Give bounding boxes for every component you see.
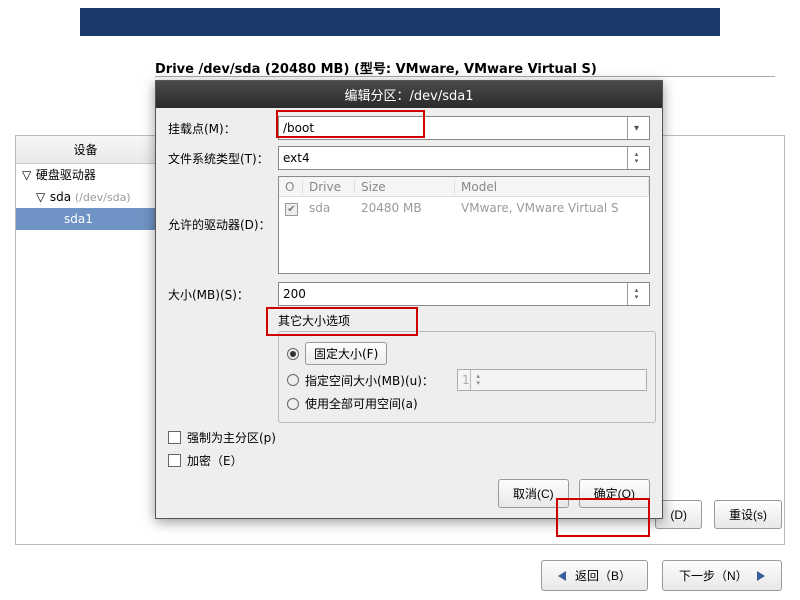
fstype-select[interactable]: ext4 ▴▾: [278, 146, 650, 170]
force-primary-checkbox[interactable]: [168, 431, 181, 444]
radio-fillto-label: 指定空间大小(MB)(u)：: [305, 372, 434, 389]
fstype-row: 文件系统类型(T)： ext4 ▴▾: [168, 146, 650, 170]
next-button[interactable]: 下一步（N）: [662, 560, 782, 591]
radio-fixed[interactable]: [287, 348, 299, 360]
radio-fixed-label: 固定大小(F): [305, 342, 387, 365]
col-drive: Drive: [303, 180, 355, 194]
mount-point-label: 挂载点(M)：: [168, 120, 278, 137]
ok-button[interactable]: 确定(O): [579, 479, 650, 508]
radio-fillall-label: 使用全部可用空间(a): [305, 395, 418, 412]
back-button[interactable]: 返回（B）: [541, 560, 648, 591]
radio-fixed-row[interactable]: 固定大小(F): [287, 342, 647, 365]
col-model: Model: [455, 180, 649, 194]
radio-fillto[interactable]: [287, 374, 299, 386]
col-size: Size: [355, 180, 455, 194]
triangle-down-icon: ▽: [22, 164, 32, 186]
radio-fillall-row[interactable]: 使用全部可用空间(a): [287, 395, 647, 412]
force-primary-label: 强制为主分区(p): [187, 429, 276, 446]
encrypt-row[interactable]: 加密（E）: [168, 452, 650, 469]
partition-action-buttons: (D) 重设(s): [655, 500, 782, 529]
fillto-value: 1: [462, 373, 470, 387]
updown-icon[interactable]: ▴▾: [627, 283, 645, 305]
fillto-spinner: 1 ▴▾: [457, 369, 647, 391]
tree-label: 硬盘驱动器: [36, 168, 96, 182]
force-primary-row[interactable]: 强制为主分区(p): [168, 429, 650, 446]
allowed-drives-row: 允许的驱动器(D)： O Drive Size Model ✔ sda 2048…: [168, 176, 650, 274]
updown-icon[interactable]: ▴▾: [627, 147, 645, 169]
triangle-down-icon: ▽: [36, 186, 46, 208]
edit-partition-dialog: 编辑分区：/dev/sda1 挂载点(M)： /boot ▾ 文件系统类型(T)…: [155, 80, 663, 519]
size-value: 200: [283, 287, 627, 301]
cell-drive: sda: [303, 201, 355, 215]
back-label: 返回（B）: [575, 569, 631, 583]
tree-sublabel: (/dev/sda): [75, 191, 131, 204]
drive-checkbox: ✔: [285, 203, 298, 216]
dialog-buttons: 取消(C) 确定(O): [168, 479, 650, 508]
drive-summary-label: Drive /dev/sda (20480 MB) (型号: VMware, V…: [155, 58, 597, 77]
mount-point-value: /boot: [283, 121, 627, 135]
fstype-label: 文件系统类型(T)：: [168, 150, 278, 167]
wizard-nav-buttons: 返回（B） 下一步（N）: [541, 560, 782, 591]
table-row: ✔ sda 20480 MB VMware, VMware Virtual S: [279, 197, 649, 219]
radio-fillall[interactable]: [287, 398, 299, 410]
drives-table-header: O Drive Size Model: [279, 177, 649, 197]
other-size-label: 其它大小选项: [278, 312, 650, 329]
mount-point-combobox[interactable]: /boot ▾: [278, 116, 650, 140]
header-banner: [80, 8, 720, 36]
dialog-title: 编辑分区：/dev/sda1: [156, 81, 662, 108]
device-column-header[interactable]: 设备: [16, 136, 156, 164]
tree-label: sda: [50, 190, 71, 204]
tree-label: sda1: [64, 212, 93, 226]
encrypt-checkbox[interactable]: [168, 454, 181, 467]
size-label: 大小(MB)(S)：: [168, 286, 278, 303]
tree-row-partition[interactable]: sda1: [16, 208, 156, 230]
cancel-button[interactable]: 取消(C): [498, 479, 569, 508]
encrypt-label: 加密（E）: [187, 452, 243, 469]
size-row: 大小(MB)(S)： 200 ▴▾: [168, 282, 650, 306]
col-check: O: [279, 180, 303, 194]
reset-button[interactable]: 重设(s): [714, 500, 782, 529]
fstype-value: ext4: [283, 151, 627, 165]
size-options-group: 固定大小(F) 指定空间大小(MB)(u)： 1 ▴▾ 使用全部可用空间(a): [278, 331, 656, 423]
mount-point-row: 挂载点(M)： /boot ▾: [168, 116, 650, 140]
arrow-right-icon: [757, 571, 765, 581]
size-spinner[interactable]: 200 ▴▾: [278, 282, 650, 306]
device-tree: 设备 ▽ 硬盘驱动器 ▽ sda (/dev/sda) sda1: [16, 136, 156, 544]
updown-icon: ▴▾: [470, 370, 486, 390]
cell-size: 20480 MB: [355, 201, 455, 215]
divider: [155, 76, 775, 77]
allowed-drives-table: O Drive Size Model ✔ sda 20480 MB VMware…: [278, 176, 650, 274]
next-label: 下一步（N）: [679, 569, 748, 583]
allowed-drives-label: 允许的驱动器(D)：: [168, 216, 278, 233]
arrow-left-icon: [558, 571, 566, 581]
chevron-down-icon[interactable]: ▾: [627, 117, 645, 139]
tree-row-drives-root[interactable]: ▽ 硬盘驱动器: [16, 164, 156, 186]
tree-row-disk[interactable]: ▽ sda (/dev/sda): [16, 186, 156, 208]
radio-fillto-row[interactable]: 指定空间大小(MB)(u)： 1 ▴▾: [287, 369, 647, 391]
cell-model: VMware, VMware Virtual S: [455, 201, 649, 215]
